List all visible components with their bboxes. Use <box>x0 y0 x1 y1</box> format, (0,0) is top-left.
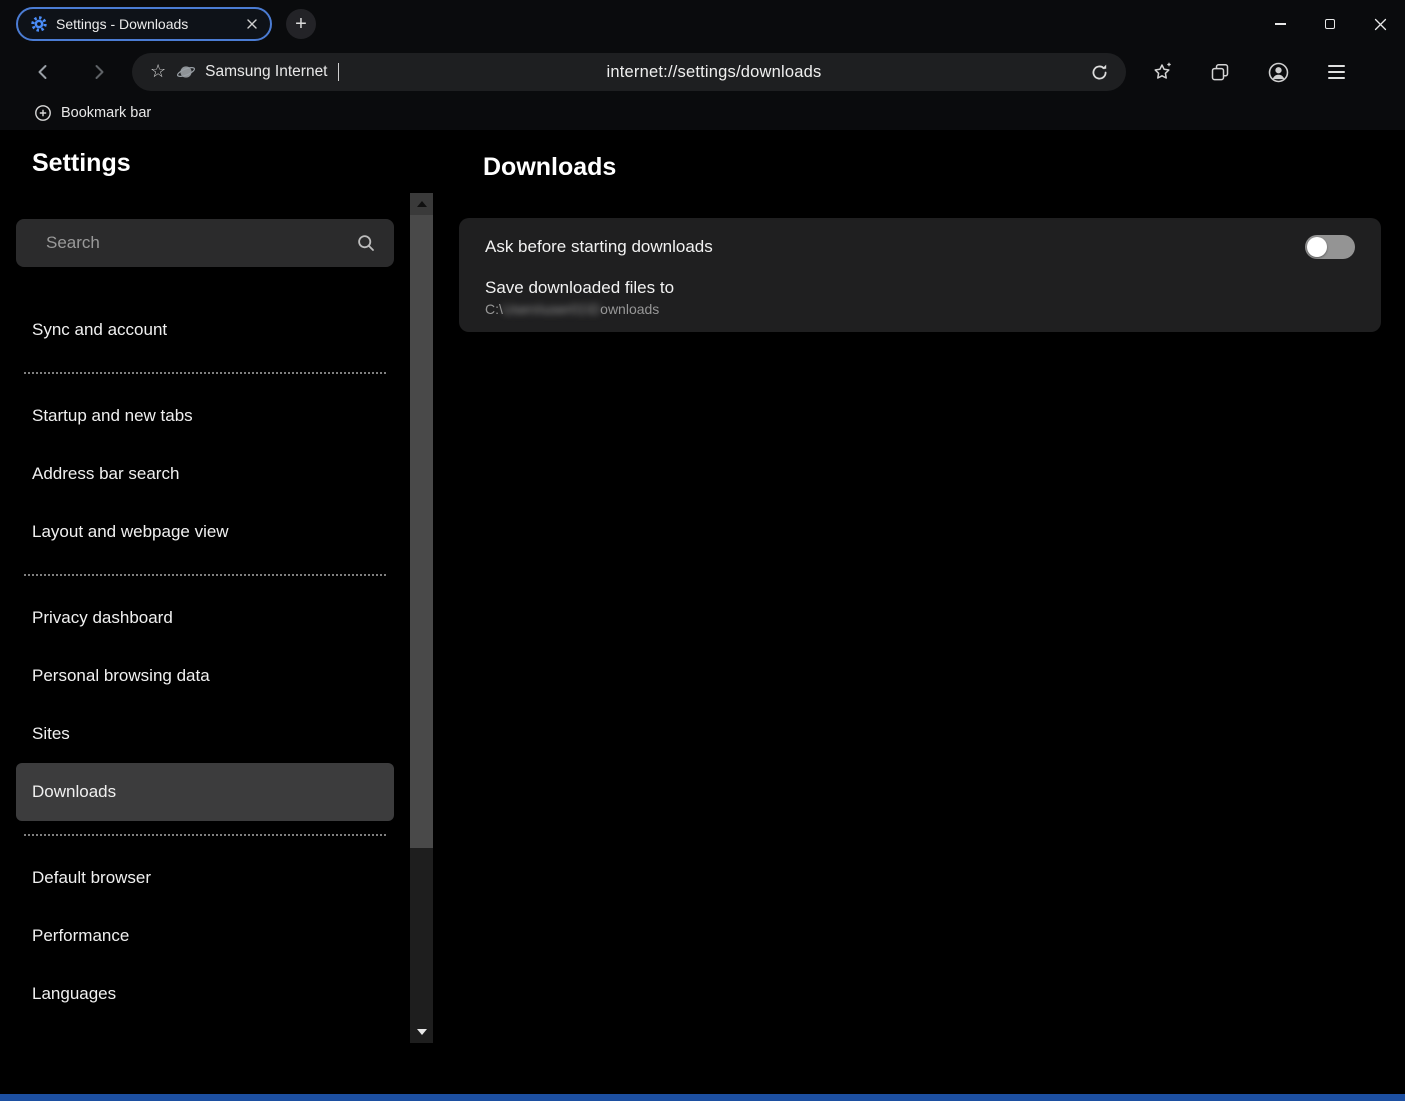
search-icon <box>356 233 376 253</box>
save-location-path: C:\Users\user01\Downloads <box>485 301 1355 317</box>
main-area: Settings Sync and account Startup and ne… <box>0 130 1405 1101</box>
settings-search-box[interactable] <box>16 219 394 267</box>
sidebar-item-sites[interactable]: Sites <box>16 705 394 763</box>
scrollbar-up-arrow[interactable] <box>410 193 433 215</box>
bookmark-bar-label[interactable]: Bookmark bar <box>61 105 151 121</box>
search-engine-label: Samsung Internet <box>205 63 327 81</box>
settings-nav-list: Sync and account Startup and new tabs Ad… <box>0 301 410 1023</box>
window-controls <box>1255 0 1405 48</box>
sidebar-divider <box>24 834 386 836</box>
menu-icon[interactable] <box>1318 54 1354 90</box>
sidebar-scrollbar[interactable] <box>410 193 433 1043</box>
profile-avatar-icon[interactable] <box>1260 54 1296 90</box>
sidebar-item-languages[interactable]: Languages <box>16 965 394 1023</box>
bookmark-bar: Bookmark bar <box>0 96 1405 130</box>
sidebar-item-personal-browsing-data[interactable]: Personal browsing data <box>16 647 394 705</box>
downloads-settings-card: Ask before starting downloads Save downl… <box>459 218 1381 332</box>
sidebar-item-startup-and-new-tabs[interactable]: Startup and new tabs <box>16 387 394 445</box>
ask-before-downloads-toggle[interactable] <box>1305 235 1355 259</box>
forward-button[interactable] <box>80 53 118 91</box>
save-location-label: Save downloaded files to <box>485 278 1355 298</box>
tabs-icon[interactable] <box>1202 54 1238 90</box>
back-button[interactable] <box>24 53 62 91</box>
bookmarks-star-icon[interactable] <box>1144 54 1180 90</box>
new-tab-button[interactable]: + <box>286 9 316 39</box>
reload-icon[interactable] <box>1089 62 1110 83</box>
tab-close-icon[interactable] <box>246 18 258 30</box>
sidebar-item-address-bar-search[interactable]: Address bar search <box>16 445 394 503</box>
window-accent-bottom <box>0 1094 1405 1101</box>
sidebar-title: Settings <box>32 146 410 180</box>
sidebar-item-performance[interactable]: Performance <box>16 907 394 965</box>
samsung-internet-logo-icon <box>176 62 196 82</box>
redacted-path-segment: Users\user01\D <box>503 301 600 317</box>
toolbar-icons <box>1144 54 1354 90</box>
sidebar-item-downloads[interactable]: Downloads <box>16 763 394 821</box>
active-tab[interactable]: Settings - Downloads <box>16 7 272 41</box>
add-bookmark-icon[interactable] <box>34 104 52 122</box>
scrollbar-down-arrow[interactable] <box>410 1021 433 1043</box>
favorite-star-icon[interactable]: ☆ <box>150 61 166 82</box>
sidebar-item-default-browser[interactable]: Default browser <box>16 849 394 907</box>
address-bar[interactable]: ☆ Samsung Internet internet://settings/d… <box>132 53 1126 91</box>
settings-sidebar: Settings Sync and account Startup and ne… <box>0 130 410 1023</box>
toggle-knob <box>1307 237 1327 257</box>
save-location-row[interactable]: Save downloaded files to C:\Users\user01… <box>459 276 1381 317</box>
url-text[interactable]: internet://settings/downloads <box>607 63 822 82</box>
sidebar-divider <box>24 574 386 576</box>
ask-before-downloads-row[interactable]: Ask before starting downloads <box>459 218 1381 276</box>
sidebar-item-sync-and-account[interactable]: Sync and account <box>16 301 394 359</box>
search-input[interactable] <box>46 233 356 253</box>
minimize-button[interactable] <box>1255 0 1305 48</box>
page-title: Downloads <box>483 150 1381 184</box>
navigation-bar: ☆ Samsung Internet internet://settings/d… <box>0 48 1405 96</box>
tab-strip: Settings - Downloads + <box>0 0 1405 48</box>
sidebar-item-layout-and-webpage-view[interactable]: Layout and webpage view <box>16 503 394 561</box>
browser-window: Settings - Downloads + ☆ <box>0 0 1405 1101</box>
close-window-button[interactable] <box>1355 0 1405 48</box>
sidebar-divider <box>24 372 386 374</box>
downloads-settings-panel: Downloads Ask before starting downloads … <box>459 130 1381 332</box>
sidebar-item-privacy-dashboard[interactable]: Privacy dashboard <box>16 589 394 647</box>
maximize-button[interactable] <box>1305 0 1355 48</box>
tab-title: Settings - Downloads <box>56 16 238 32</box>
ask-before-downloads-label: Ask before starting downloads <box>485 237 713 257</box>
settings-gear-icon <box>30 15 48 33</box>
scrollbar-thumb[interactable] <box>410 215 433 848</box>
